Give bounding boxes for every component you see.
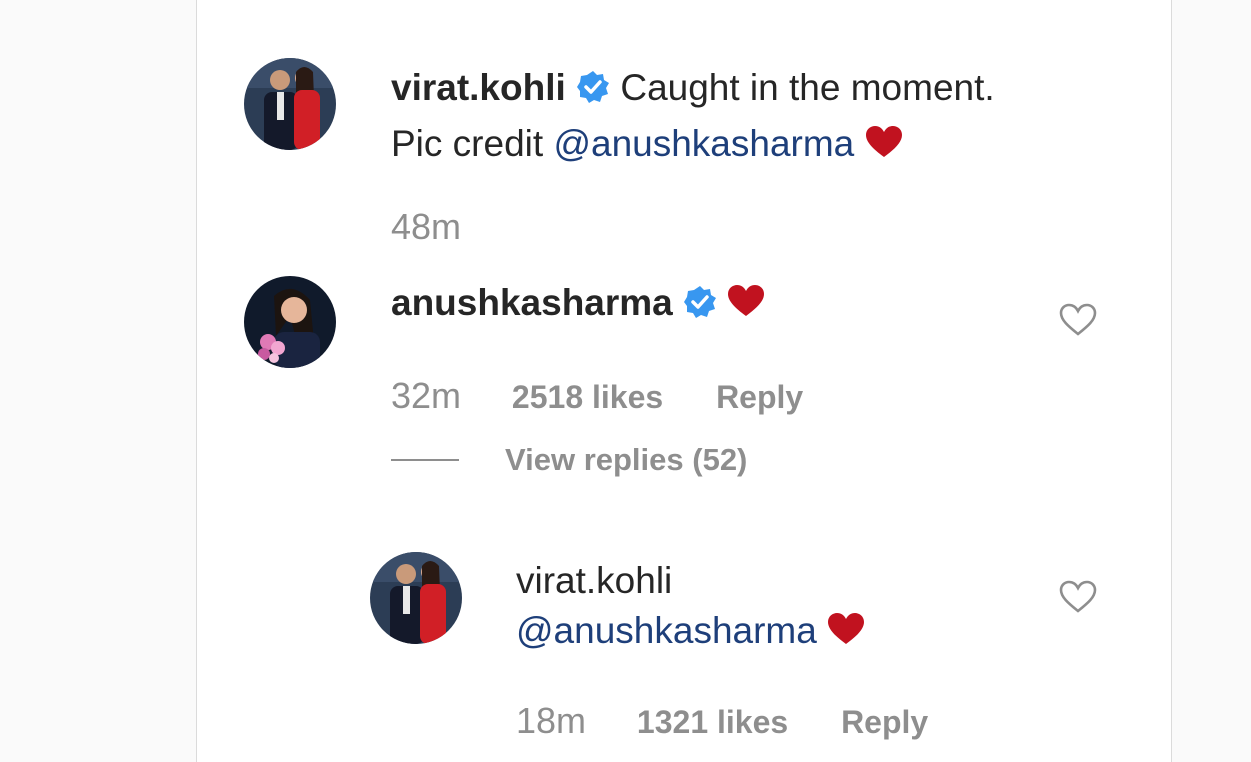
caption-username[interactable]: virat.kohli xyxy=(391,67,566,108)
comment-timestamp[interactable]: 32m xyxy=(391,375,461,416)
view-replies-divider xyxy=(391,459,459,461)
like-reply-heart-icon[interactable] xyxy=(1059,580,1097,619)
red-heart-emoji-icon xyxy=(727,283,765,329)
verified-badge-icon xyxy=(683,284,717,330)
view-replies-button[interactable]: View replies (52) xyxy=(391,442,747,478)
verified-badge-icon xyxy=(576,66,610,118)
avatar-anushkasharma[interactable] xyxy=(244,276,336,368)
reply-body: virat.kohli @anushkasharma xyxy=(516,556,865,659)
reply-reply-button[interactable]: Reply xyxy=(841,704,928,740)
reply-likes-count[interactable]: 1321 likes xyxy=(637,704,788,740)
reply-timestamp[interactable]: 18m xyxy=(516,700,586,741)
avatar-virat-kohli[interactable] xyxy=(370,552,462,644)
view-replies-label: View replies (52) xyxy=(505,442,748,477)
caption-meta: 48m xyxy=(391,206,461,248)
caption-timestamp[interactable]: 48m xyxy=(391,206,461,247)
comment-reply-button[interactable]: Reply xyxy=(716,379,803,415)
avatar-virat-kohli[interactable] xyxy=(244,58,336,150)
post-caption: virat.kohli Caught in the moment. Pic cr… xyxy=(391,62,1091,173)
reply-username[interactable]: virat.kohli xyxy=(516,560,672,601)
comment-meta: 32m 2518 likes Reply xyxy=(391,375,803,417)
caption-text-prefix: Pic credit xyxy=(391,123,554,164)
caption-text-line1: Caught in the moment. xyxy=(620,67,995,108)
reply-mention-link[interactable]: @anushkasharma xyxy=(516,610,817,651)
like-comment-heart-icon[interactable] xyxy=(1059,303,1097,342)
red-heart-emoji-icon xyxy=(865,121,903,173)
red-heart-emoji-icon xyxy=(827,609,865,659)
comment-username[interactable]: anushkasharma xyxy=(391,282,673,323)
comment-likes-count[interactable]: 2518 likes xyxy=(512,379,663,415)
comment-body: anushkasharma xyxy=(391,280,765,330)
reply-meta: 18m 1321 likes Reply xyxy=(516,700,928,742)
caption-mention-link[interactable]: @anushkasharma xyxy=(553,123,854,164)
